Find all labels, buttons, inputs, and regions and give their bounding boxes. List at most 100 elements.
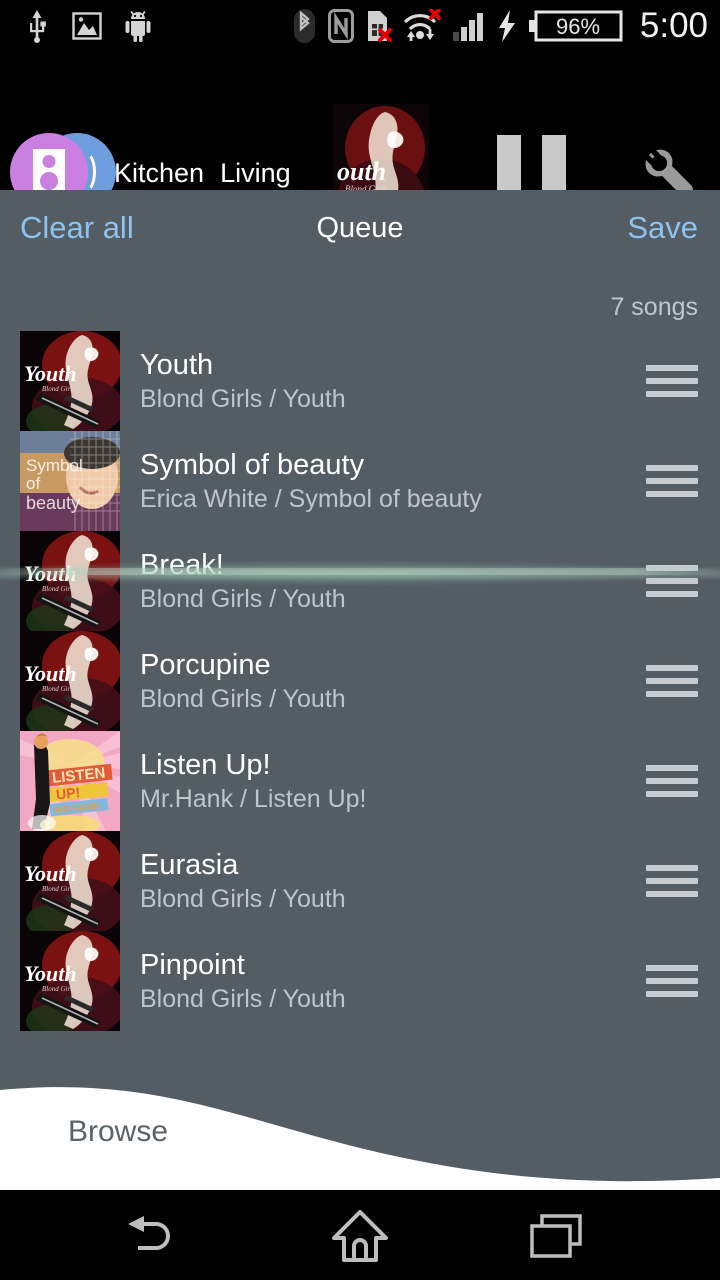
svg-text:Blond Girls: Blond Girls: [42, 685, 75, 693]
album-artwork: Youth Blond Girls: [20, 931, 120, 1031]
wifi-transfer-error-icon: [404, 9, 441, 41]
speaker-woofer: [40, 172, 58, 190]
svg-text:Youth: Youth: [24, 961, 77, 986]
room-label-living[interactable]: Living: [220, 158, 291, 189]
svg-text:Youth: Youth: [24, 561, 77, 586]
queue-list: Youth Blond Girls Youth Blond Girls / You…: [0, 331, 720, 1031]
album-artwork: Youth Blond Girls: [20, 831, 120, 931]
album-artwork: Symbol of beauty: [20, 431, 120, 531]
svg-text:outh: outh: [337, 157, 386, 186]
song-meta: Porcupine Blond Girls / Youth: [140, 631, 346, 731]
drag-handle-bar: [646, 378, 698, 384]
svg-text:Youth: Youth: [24, 861, 77, 886]
drag-handle-icon[interactable]: [646, 465, 698, 497]
song-subtitle: Blond Girls / Youth: [140, 685, 346, 713]
drag-handle-bar: [646, 978, 698, 984]
song-meta: Pinpoint Blond Girls / Youth: [140, 931, 346, 1031]
recents-icon: [530, 1214, 582, 1258]
nav-recents-button[interactable]: [470, 1190, 650, 1280]
drag-handle-bar: [646, 578, 698, 584]
album-artwork: LISTEN UP! MR.HANK: [20, 731, 120, 831]
song-title: Break!: [140, 549, 224, 581]
song-meta: Eurasia Blond Girls / Youth: [140, 831, 346, 931]
drag-handle-bar: [646, 991, 698, 997]
drag-handle-bar: [646, 665, 698, 671]
back-icon: [128, 1216, 170, 1250]
drag-handle-icon[interactable]: [646, 765, 698, 797]
usb-icon: [30, 10, 46, 43]
drag-handle-bar: [646, 391, 698, 397]
song-subtitle: Blond Girls / Youth: [140, 885, 346, 913]
browse-label[interactable]: Browse: [68, 1115, 168, 1149]
drag-handle-icon[interactable]: [646, 865, 698, 897]
song-title: Listen Up!: [140, 749, 271, 781]
app-header: Kitchen Living outh Blond Girls: [0, 52, 720, 242]
phone-screen: 96% 5:00 Kitchen Living outh Blond Girls…: [0, 0, 720, 1280]
song-meta: Listen Up! Mr.Hank / Listen Up!: [140, 731, 366, 831]
svg-text:Youth: Youth: [24, 361, 77, 386]
album-artwork: Youth Blond Girls: [20, 531, 120, 631]
svg-text:UP!: UP!: [55, 784, 81, 802]
svg-text:Blond Girls: Blond Girls: [42, 885, 75, 893]
sim-card-error-icon: [367, 11, 392, 42]
song-title: Porcupine: [140, 649, 271, 681]
svg-text:Blond Girls: Blond Girls: [42, 585, 75, 593]
drag-handle-icon[interactable]: [646, 365, 698, 397]
home-icon: [332, 1210, 388, 1262]
queue-row[interactable]: Youth Blond Girls Break! Blond Girls / Yo…: [0, 531, 720, 631]
song-subtitle: Blond Girls / Youth: [140, 585, 346, 613]
queue-panel: Clear all Queue Save 7 songs Youth Blond…: [0, 190, 720, 1190]
queue-row[interactable]: Youth Blond Girls Pinpoint Blond Girls / …: [0, 931, 720, 1031]
drag-handle-icon[interactable]: [646, 965, 698, 997]
drag-handle-bar: [646, 691, 698, 697]
queue-row[interactable]: Youth Blond Girls Youth Blond Girls / You…: [0, 331, 720, 431]
drag-handle-bar: [646, 865, 698, 871]
drag-handle-bar: [646, 565, 698, 571]
drag-handle-bar: [646, 878, 698, 884]
nfc-icon: [327, 9, 354, 43]
status-bar-right-icons: 96% 5:00: [292, 0, 708, 52]
bluetooth-icon: [293, 9, 315, 43]
status-bar: 96% 5:00: [0, 0, 720, 52]
page-title: Queue: [316, 212, 404, 244]
drag-handle-icon[interactable]: [646, 665, 698, 697]
queue-row[interactable]: LISTEN UP! MR.HANK Listen Up! Mr.Hank / L…: [0, 731, 720, 831]
queue-row[interactable]: Youth Blond Girls Eurasia Blond Girls / Y…: [0, 831, 720, 931]
drag-handle-bar: [646, 478, 698, 484]
queue-row[interactable]: Youth Blond Girls Porcupine Blond Girls /…: [0, 631, 720, 731]
battery-icon: 96%: [528, 10, 623, 42]
song-count-label: 7 songs: [610, 293, 698, 321]
drag-handle-bar: [646, 765, 698, 771]
song-title: Symbol of beauty: [140, 449, 365, 481]
svg-text:Blond Girls: Blond Girls: [42, 385, 75, 393]
status-bar-left-icons: [0, 9, 152, 43]
android-robot-icon: [125, 10, 151, 42]
android-nav-bar: [0, 1190, 720, 1280]
image-icon: [72, 12, 102, 40]
status-clock: 5:00: [639, 6, 708, 45]
speaker-tweeter: [42, 155, 56, 168]
room-label-kitchen[interactable]: Kitchen: [114, 158, 204, 189]
album-artwork: Youth Blond Girls: [20, 331, 120, 431]
nav-back-button[interactable]: [70, 1190, 250, 1280]
svg-text:Symbol: Symbol: [26, 456, 83, 475]
drag-handle-bar: [646, 591, 698, 597]
song-title: Youth: [140, 349, 214, 381]
save-button[interactable]: Save: [627, 210, 698, 246]
drag-handle-icon[interactable]: [646, 565, 698, 597]
song-subtitle: Mr.Hank / Listen Up!: [140, 785, 367, 813]
nav-home-button[interactable]: [270, 1190, 450, 1280]
drag-handle-bar: [646, 465, 698, 471]
svg-text:beauty: beauty: [26, 493, 80, 513]
battery-percent-label: 96%: [556, 14, 600, 39]
song-subtitle: Blond Girls / Youth: [140, 985, 346, 1013]
svg-text:Blond Girls: Blond Girls: [42, 985, 75, 993]
charging-bolt-icon: [498, 10, 515, 42]
song-meta: Symbol of beauty Erica White / Symbol of …: [140, 431, 482, 531]
song-title: Pinpoint: [140, 949, 245, 981]
queue-toolbar: Clear all Queue Save: [0, 190, 720, 286]
queue-row[interactable]: Symbol of beauty Symbol of beauty Erica W…: [0, 431, 720, 531]
song-subtitle: Erica White / Symbol of beauty: [140, 485, 482, 513]
drag-handle-bar: [646, 891, 698, 897]
signal-bars-icon: [452, 13, 483, 41]
